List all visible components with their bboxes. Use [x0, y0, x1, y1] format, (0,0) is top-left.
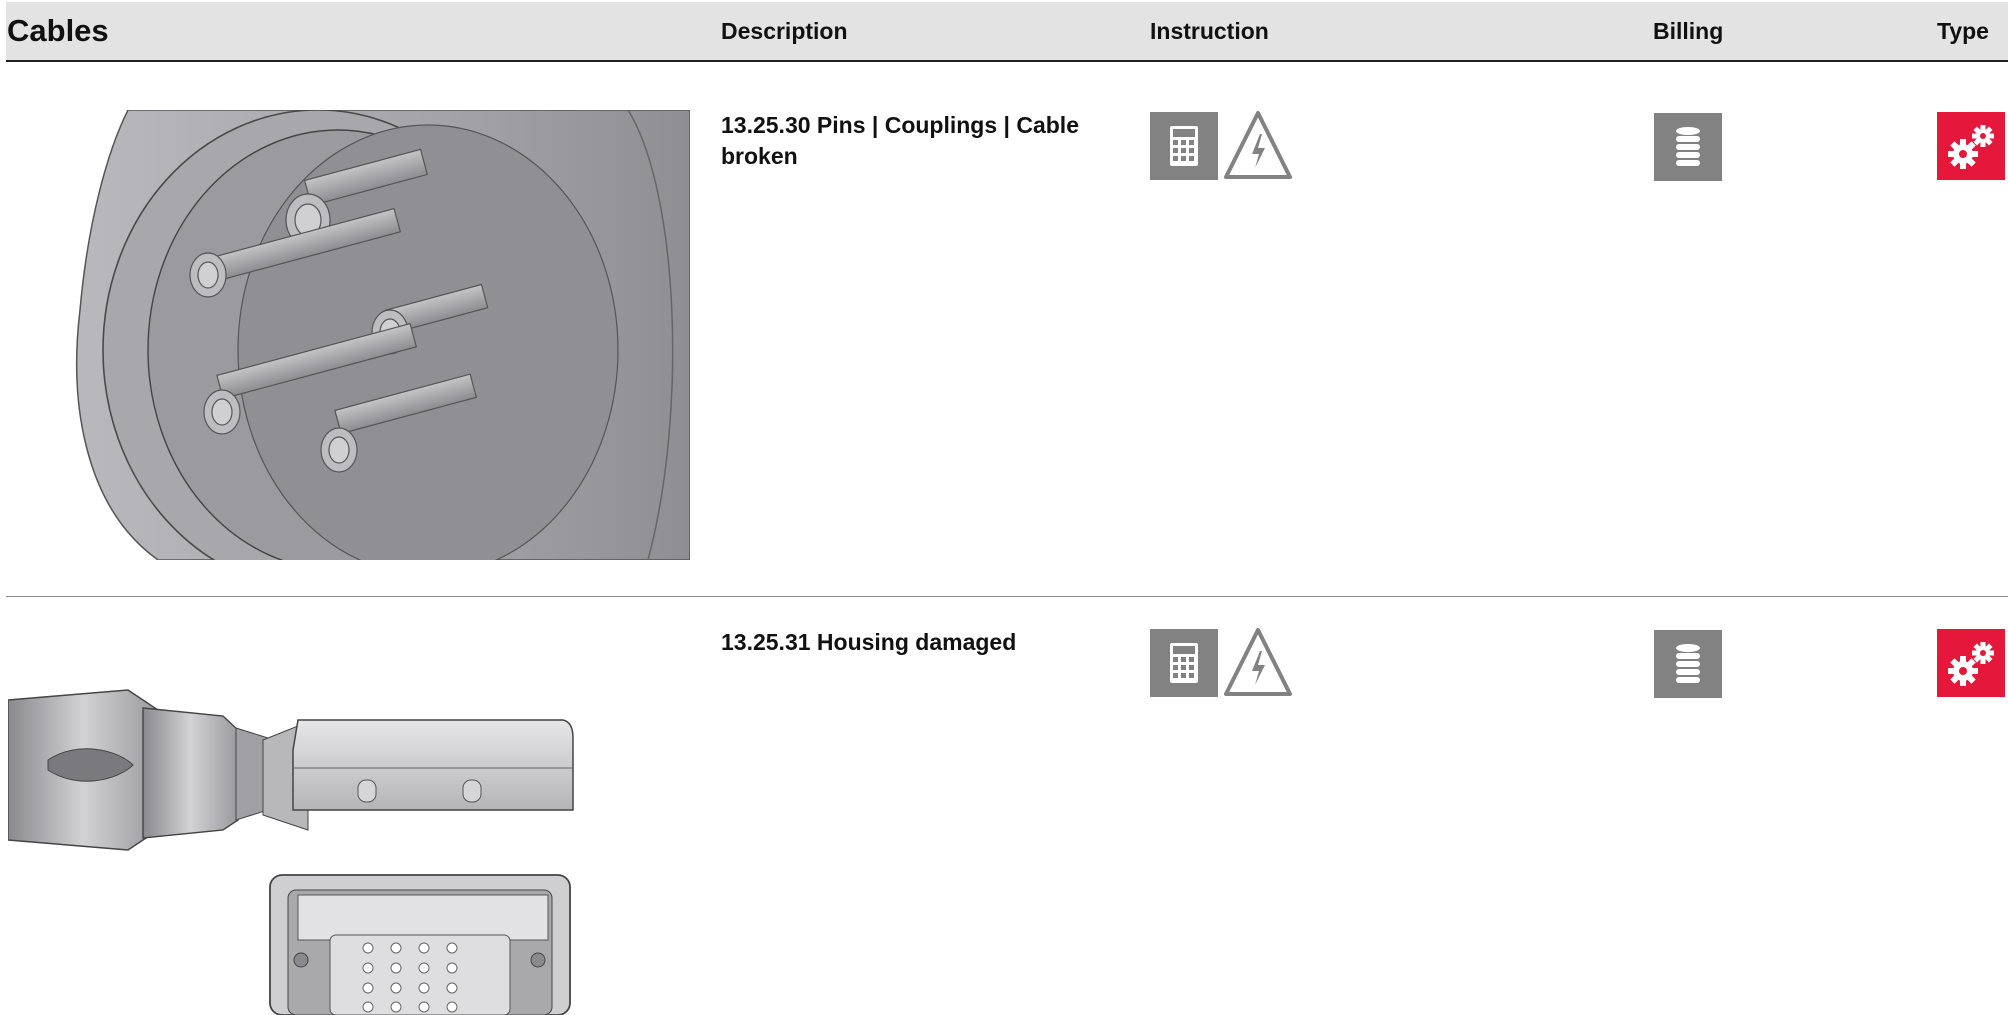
coin-stack-icon[interactable] [1654, 630, 1722, 698]
rectangular-connector-housing-illustration [8, 680, 578, 1015]
column-header-description: Description [721, 18, 848, 44]
calculator-icon[interactable] [1150, 629, 1218, 697]
calculator-icon[interactable] [1150, 112, 1218, 180]
high-voltage-warning-icon[interactable] [1224, 627, 1292, 696]
row-divider [6, 596, 2008, 597]
round-connector-pins-illustration [8, 110, 690, 560]
row-description: 13.25.31 Housing damaged [721, 629, 1017, 655]
table-header: Cables Description Instruction Billing T… [6, 2, 2008, 62]
row-description: 13.25.30 Pins | Couplings | Cable broken [721, 112, 1079, 169]
gears-icon[interactable] [1937, 112, 2005, 180]
column-header-billing: Billing [1653, 18, 1724, 44]
column-header-type: Type [1937, 18, 1989, 44]
column-header-instruction: Instruction [1150, 18, 1269, 44]
coin-stack-icon[interactable] [1654, 113, 1722, 181]
page-title: Cables [7, 13, 109, 48]
gears-icon[interactable] [1937, 629, 2005, 697]
high-voltage-warning-icon[interactable] [1224, 110, 1292, 179]
